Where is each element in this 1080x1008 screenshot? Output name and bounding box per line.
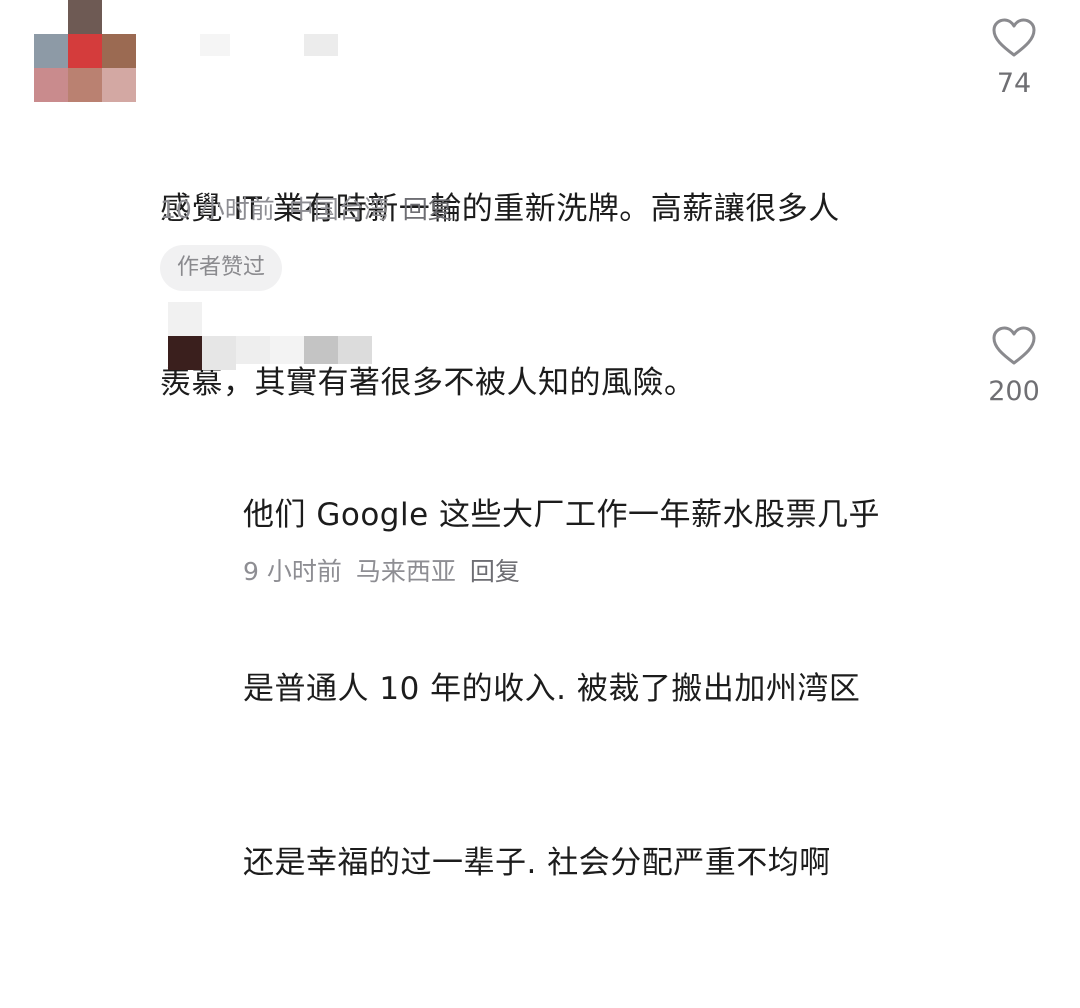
- username[interactable]: [236, 336, 376, 366]
- comment-location: 中国台湾: [288, 195, 389, 224]
- comment-meta: 9 小时前 马来西亚 回复: [243, 552, 534, 588]
- author-liked-badge: 作者赞过: [160, 245, 283, 291]
- comment-time: 9 小时前: [243, 557, 342, 586]
- comment-location: 马来西亚: [355, 557, 456, 586]
- like-count: 74: [996, 68, 1032, 99]
- heart-outline-icon: [992, 326, 1036, 365]
- comment-text: 他们 Google 这些大厂工作一年薪水股票几乎 是普通人 10 年的收入. 被…: [243, 370, 880, 1008]
- like-button[interactable]: 74: [969, 18, 1059, 99]
- username[interactable]: [200, 34, 340, 58]
- reply-button[interactable]: 回复: [403, 195, 453, 224]
- like-button[interactable]: 200: [969, 326, 1059, 407]
- heart-outline-icon: [992, 18, 1036, 57]
- comment-time: 10 小时前: [160, 195, 275, 224]
- comment-line: 他们 Google 这些大厂工作一年薪水股票几乎: [243, 497, 881, 533]
- like-count: 200: [988, 376, 1040, 407]
- comment-meta: 10 小时前 中国台湾 回复: [160, 190, 467, 226]
- comment-line: 还是幸福的过一辈子. 社会分配严重不均啊: [243, 845, 831, 881]
- avatar[interactable]: [34, 0, 136, 102]
- avatar[interactable]: [168, 302, 236, 370]
- comment-line: 是普通人 10 年的收入. 被裁了搬出加州湾区: [243, 671, 861, 707]
- reply-button[interactable]: 回复: [470, 557, 520, 586]
